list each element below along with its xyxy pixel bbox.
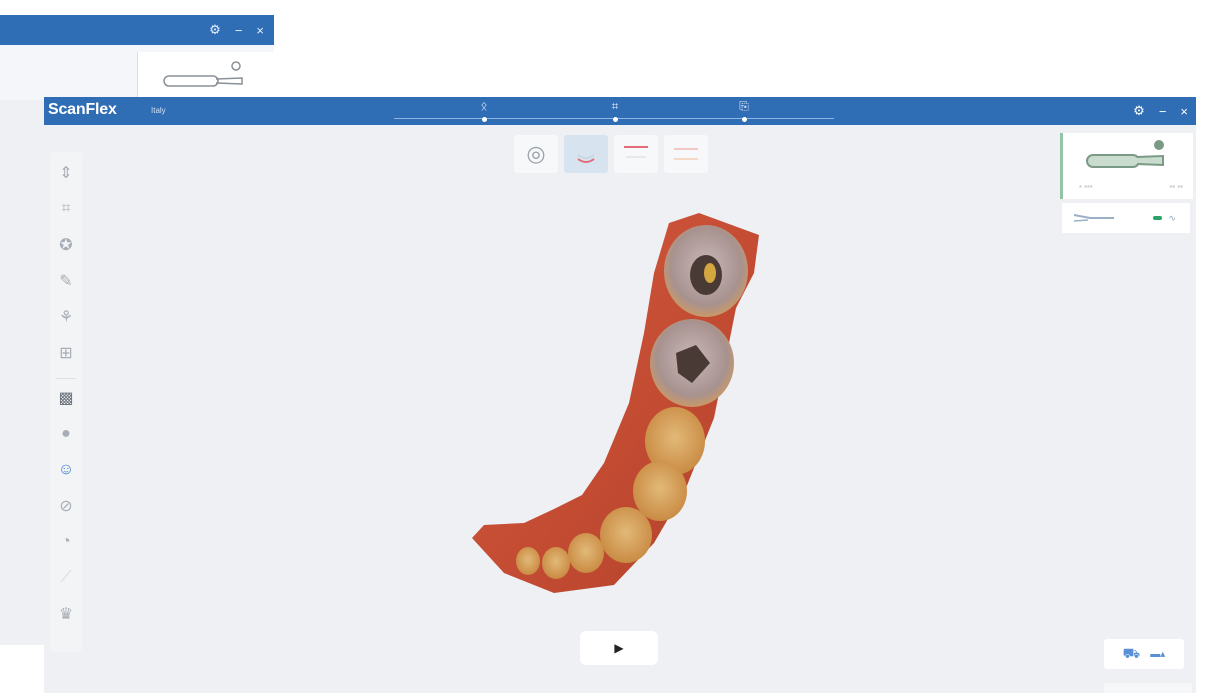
smile-icon: ☺ bbox=[57, 461, 75, 478]
workflow-step-scan[interactable]: ᛟ bbox=[469, 99, 499, 122]
dental-scan-model[interactable] bbox=[464, 213, 764, 593]
texture-icon: ▩ bbox=[58, 390, 74, 407]
tool-refine[interactable]: ◔ bbox=[50, 531, 82, 553]
scan-step-icon: ᛟ bbox=[480, 99, 488, 113]
workflow-step-export[interactable]: ⎘ bbox=[729, 99, 759, 122]
view-toolbar: ◎ bbox=[514, 135, 708, 173]
left-toolbar: ⇕ ⌗ ✪ ✎ ⚘ ⊞ ▩ ● ☺ ⊘ ◔ ⟋ ♛ bbox=[50, 152, 82, 652]
model-view-button[interactable]: ⛟ ▬▴ bbox=[1104, 639, 1184, 669]
minimize-button[interactable]: − bbox=[1159, 104, 1167, 119]
scanner-status-card[interactable]: ▪ ▪▪▪ ▪▪ ▪▪ bbox=[1060, 133, 1193, 199]
background-scanner-card bbox=[137, 52, 274, 102]
brush-icon: ⟋ bbox=[60, 569, 72, 586]
view-lower-jaw-button[interactable] bbox=[564, 135, 608, 173]
scanner-label-left: ▪ ▪▪▪ bbox=[1079, 182, 1093, 191]
play-button[interactable]: ▶ bbox=[580, 631, 658, 665]
bottom-right-strip bbox=[1104, 683, 1192, 693]
tool-status-card[interactable]: ∿ bbox=[1062, 203, 1190, 233]
scanner-handpiece-icon bbox=[1086, 140, 1164, 168]
export-step-icon: ⎘ bbox=[739, 99, 749, 113]
background-window-titlebar: ⚙ − × bbox=[0, 15, 274, 45]
gear-icon[interactable]: ⚙ bbox=[209, 22, 221, 38]
view-bite-button[interactable] bbox=[664, 135, 708, 173]
tooth-icon: ⚘ bbox=[58, 309, 74, 326]
workflow-step-trim[interactable]: ⌗ bbox=[600, 99, 630, 122]
tool-measure[interactable]: ⊘ bbox=[50, 495, 82, 517]
trim-step-icon: ⌗ bbox=[611, 99, 619, 113]
model-view-icon: ⛟ bbox=[1122, 644, 1141, 661]
view-upper-jaw-button[interactable] bbox=[614, 135, 658, 173]
implant-icon: ⊞ bbox=[59, 345, 73, 362]
play-icon: ▶ bbox=[614, 641, 624, 655]
main-window: ScanFlex Italy ᛟ ⌗ ⎘ ⚙ − × ⇕ ⌗ ✪ ✎ ⚘ ⊞ ▩… bbox=[44, 97, 1196, 693]
crop-icon: ⌗ bbox=[61, 200, 71, 217]
eraser-icon: ✎ bbox=[59, 273, 73, 290]
scanner-handpiece-icon bbox=[163, 61, 243, 87]
lower-jaw-icon bbox=[577, 154, 595, 163]
settings-tooth-icon: ♛ bbox=[58, 606, 74, 623]
scanner-label-right: ▪▪ ▪▪ bbox=[1169, 182, 1183, 191]
minimize-button[interactable]: − bbox=[235, 23, 243, 38]
grip-icon: ⇕ bbox=[59, 165, 73, 182]
gear-icon[interactable]: ⚙ bbox=[1133, 103, 1145, 119]
status-indicator bbox=[1153, 216, 1163, 221]
lasso-icon: ✪ bbox=[59, 237, 73, 254]
tool-shade[interactable]: ● bbox=[50, 423, 82, 445]
close-button[interactable]: × bbox=[1180, 104, 1188, 119]
tool-eraser[interactable]: ✎ bbox=[50, 270, 82, 292]
tool-smile[interactable]: ☺ bbox=[50, 459, 82, 481]
tool-tooth[interactable]: ⚘ bbox=[50, 306, 82, 328]
tool-implant[interactable]: ⊞ bbox=[50, 342, 82, 364]
background-window-panel bbox=[0, 45, 44, 693]
measure-icon: ⊘ bbox=[59, 498, 73, 515]
app-title: ScanFlex bbox=[48, 101, 117, 118]
app-subtitle: Italy bbox=[151, 106, 166, 115]
tool-settings-tooth[interactable]: ♛ bbox=[50, 603, 82, 625]
orientation-icon: ◎ bbox=[526, 141, 546, 166]
close-button[interactable]: × bbox=[256, 23, 264, 38]
background-window-strip bbox=[0, 645, 44, 693]
tool-crop[interactable]: ⌗ bbox=[50, 198, 82, 220]
tip-icon bbox=[1073, 214, 1114, 222]
tool-brush[interactable]: ⟋ bbox=[50, 567, 82, 589]
tool-texture[interactable]: ▩ bbox=[50, 387, 82, 409]
upper-jaw-icon bbox=[624, 146, 648, 158]
bite-icon bbox=[674, 148, 698, 160]
tool-lasso[interactable]: ✪ bbox=[50, 234, 82, 256]
tool-grip[interactable]: ⇕ bbox=[50, 162, 82, 184]
view-orientation-button[interactable]: ◎ bbox=[514, 135, 558, 173]
shade-icon: ● bbox=[61, 425, 71, 442]
title-bar: ScanFlex Italy ᛟ ⌗ ⎘ ⚙ − × bbox=[44, 97, 1196, 125]
refine-icon: ◔ bbox=[61, 533, 71, 550]
